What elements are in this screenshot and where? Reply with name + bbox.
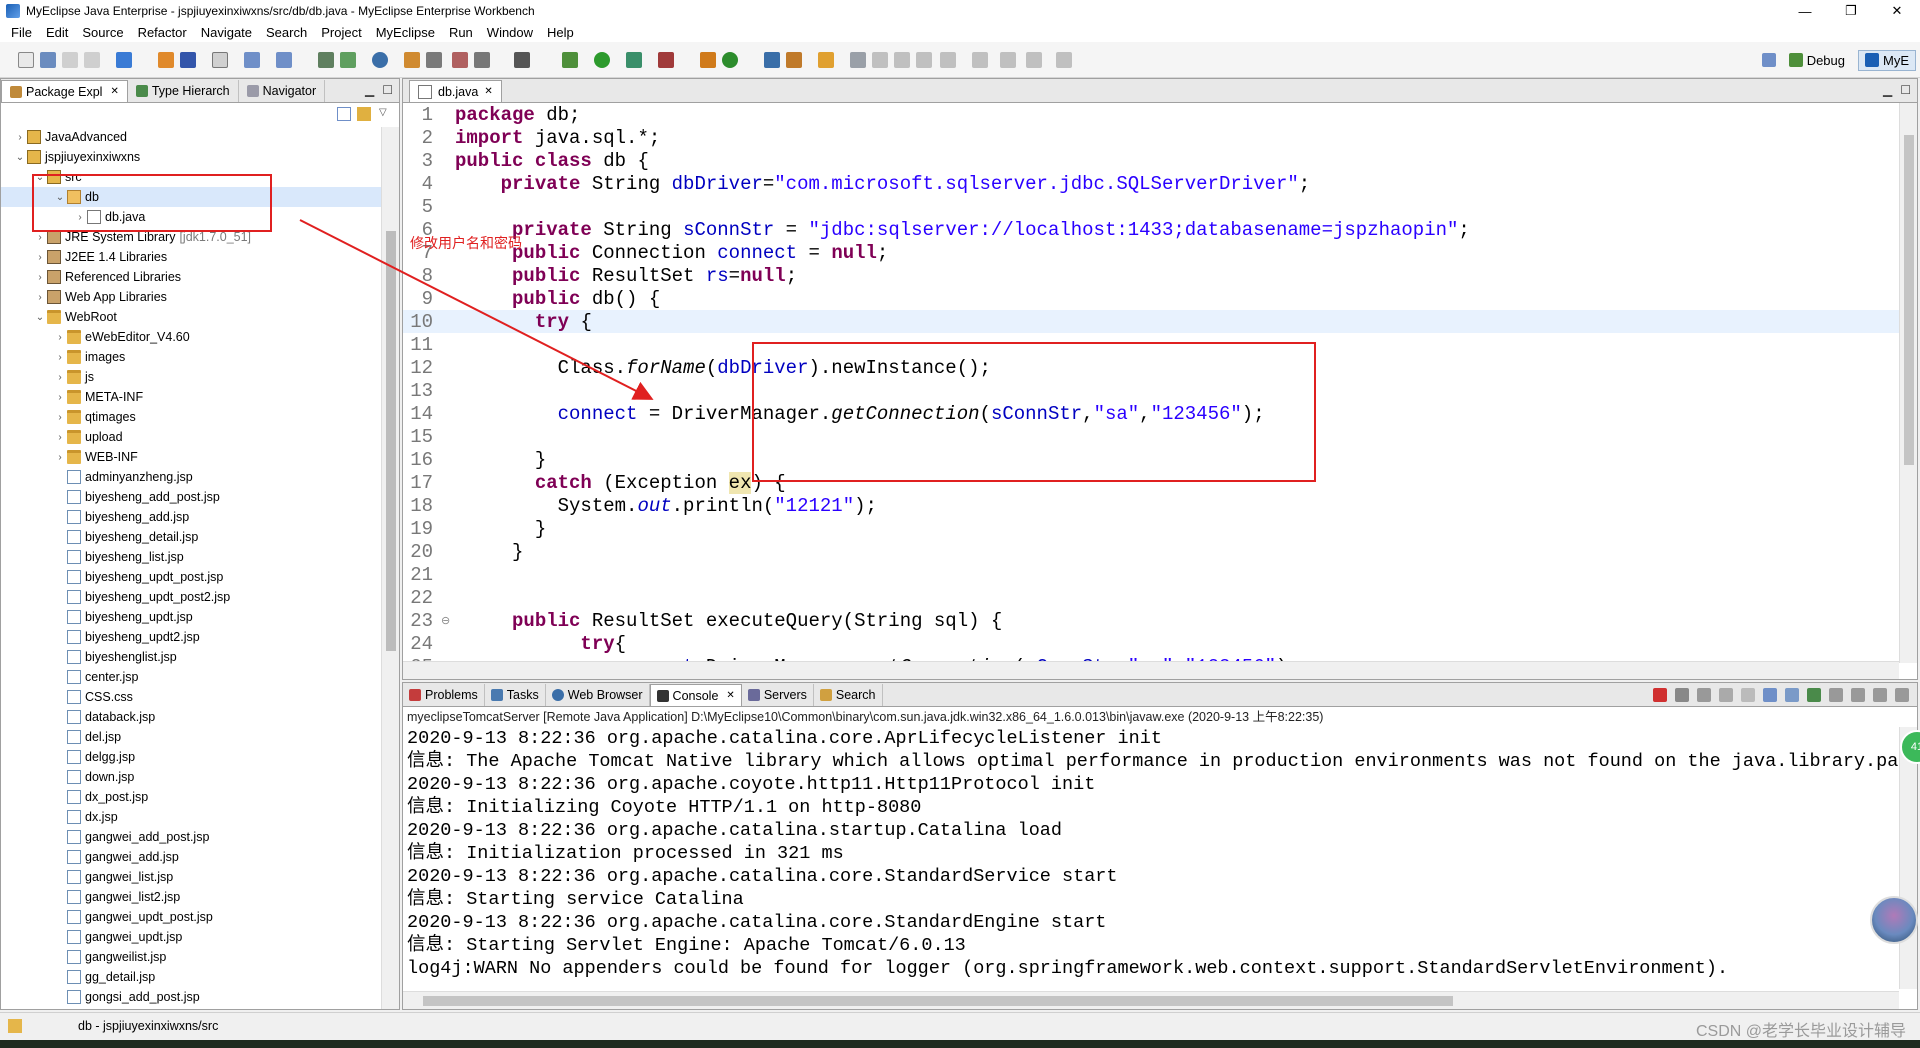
status-bar: db - jspjiuyexinxiwxns/src CSDN @老学长毕业设计…	[0, 1012, 1920, 1040]
csdn-watermark: CSDN @老学长毕业设计辅导	[1695, 1023, 1906, 1040]
taskbar-edge	[0, 1040, 1920, 1048]
assistant-avatar[interactable]	[1870, 896, 1918, 944]
status-selection: db - jspjiuyexinxiwxns/src	[78, 1019, 219, 1033]
annotation-label: 修改用户名和密码	[410, 236, 522, 252]
annotation-arrow-layer	[299, 219, 654, 400]
status-package-icon	[8, 1019, 22, 1033]
floating-badge-count: 41	[1910, 741, 1920, 753]
